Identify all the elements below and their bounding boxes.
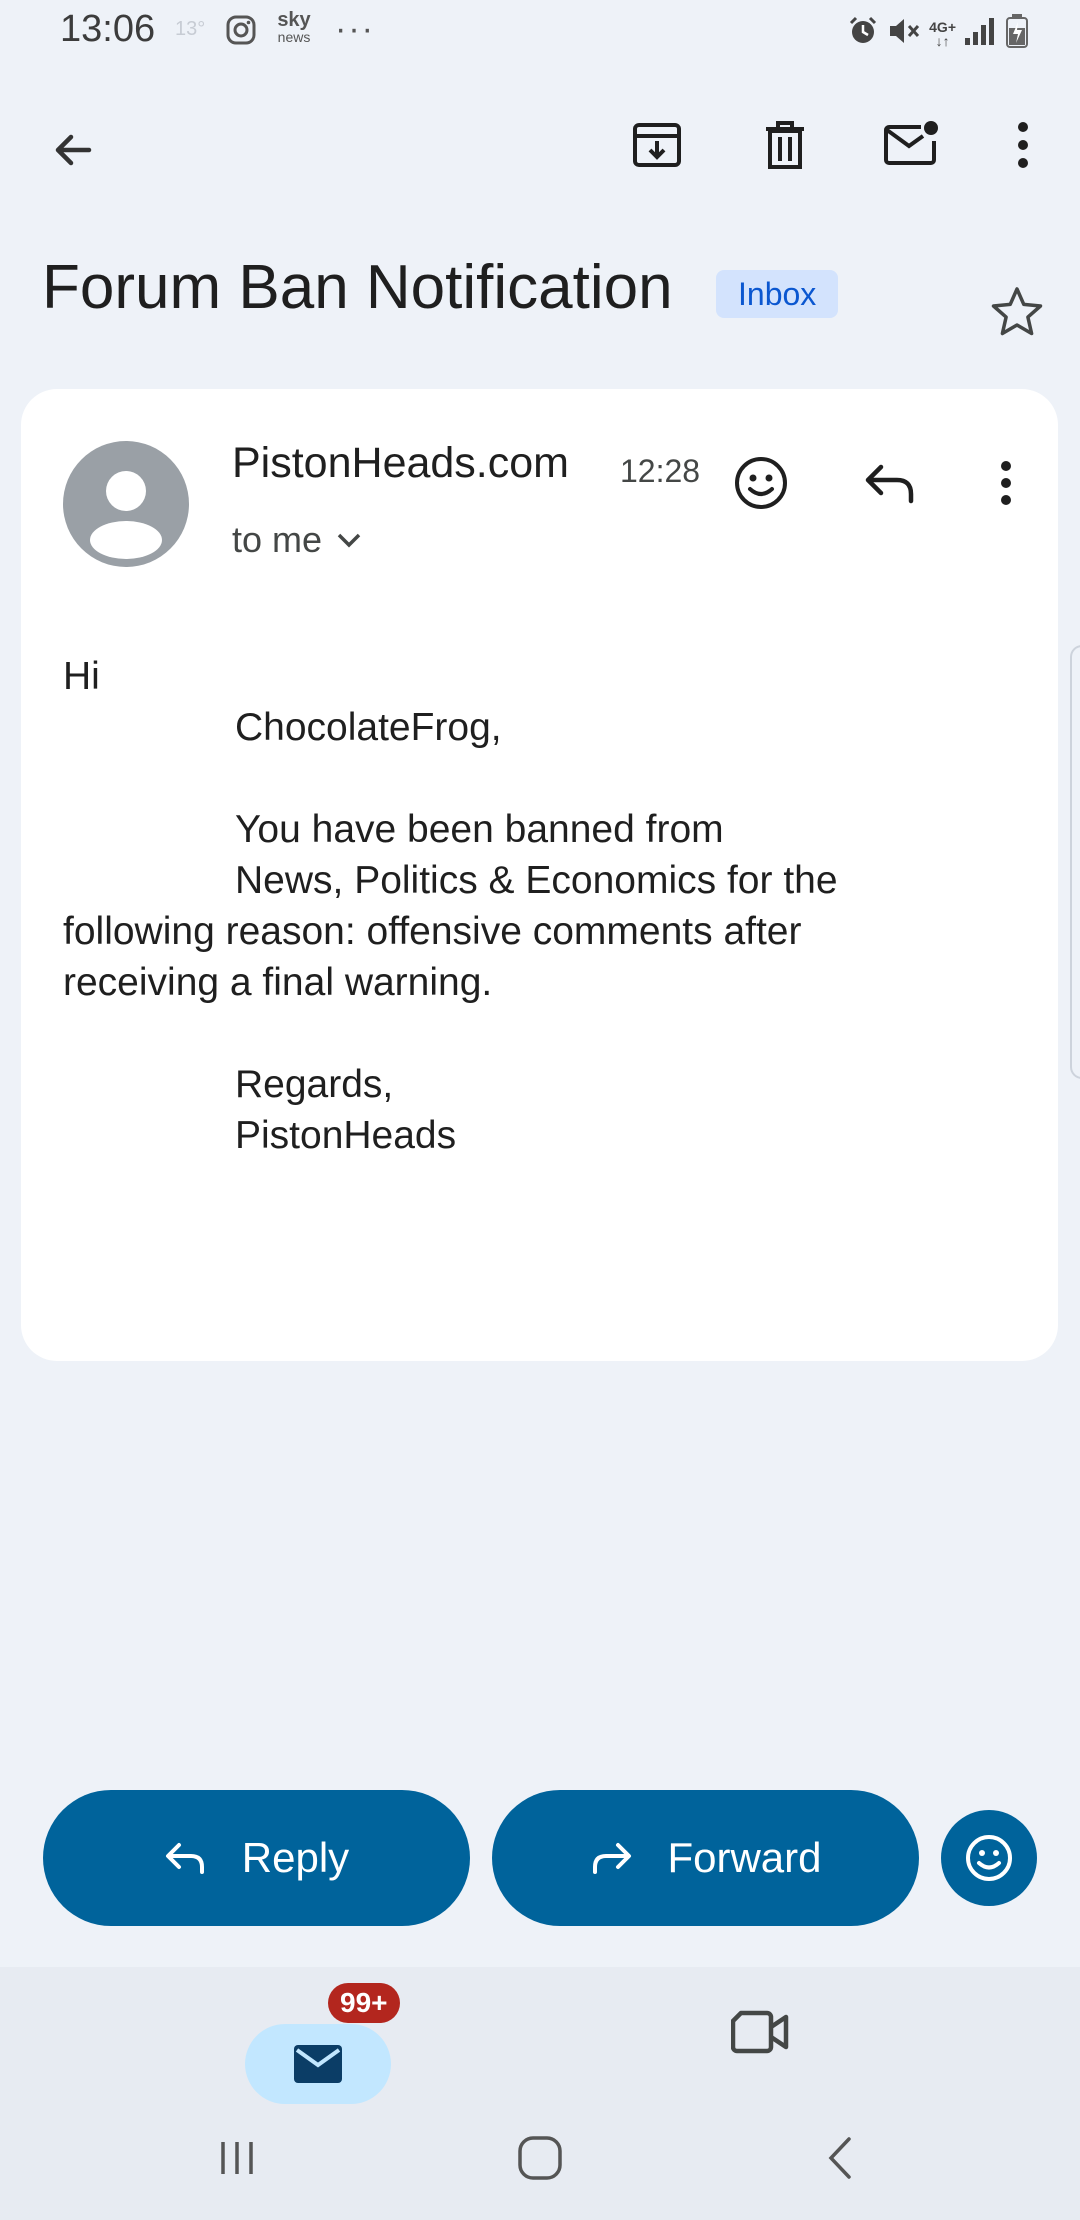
emoji-icon (966, 1835, 1012, 1881)
alarm-icon (847, 15, 879, 52)
body-line: following reason: offensive comments aft… (63, 910, 802, 953)
more-notifications-icon: ··· (335, 10, 375, 48)
mail-tab[interactable] (245, 2024, 391, 2104)
unread-count-badge: 99+ (328, 1983, 400, 2023)
reply-icon (165, 1843, 204, 1874)
body-line: You have been banned from (235, 808, 724, 851)
back-arrow-icon[interactable] (38, 115, 108, 185)
forward-icon (593, 1843, 632, 1874)
status-temperature: 13° (175, 18, 206, 40)
archive-icon[interactable] (622, 110, 692, 180)
recent-apps-icon[interactable] (205, 2130, 269, 2186)
sender-name[interactable]: PistonHeads.com (232, 439, 569, 488)
email-subject: Forum Ban Notification (42, 253, 673, 322)
meet-video-icon[interactable] (725, 2002, 795, 2062)
body-line: News, Politics & Economics for the (235, 859, 838, 902)
network-type: 4G+ ↓↑ (929, 18, 956, 49)
email-time: 12:28 (620, 453, 701, 489)
recipient-label: to me (232, 519, 323, 560)
home-icon[interactable] (508, 2130, 572, 2186)
sky-news-icon: sky news (277, 9, 311, 45)
reply-icon[interactable] (858, 451, 922, 515)
instagram-icon (225, 14, 257, 51)
status-time: 13:06 (60, 8, 156, 50)
star-icon[interactable] (985, 280, 1049, 344)
system-back-icon[interactable] (808, 2130, 872, 2186)
inbox-label-chip[interactable]: Inbox (716, 270, 839, 318)
body-name: ChocolateFrog, (235, 706, 502, 749)
mark-unread-icon[interactable] (876, 110, 946, 180)
add-reaction-icon[interactable] (729, 451, 793, 515)
signal-icon (964, 16, 998, 51)
message-more-vert-icon[interactable] (986, 451, 1026, 515)
more-vert-icon[interactable] (988, 110, 1058, 180)
mail-icon (294, 2045, 342, 2083)
body-signature: PistonHeads (235, 1114, 457, 1157)
message-card: PistonHeads.com 12:28 to me Hi Chocolate… (21, 389, 1058, 1361)
body-closing: Regards, (235, 1063, 394, 1106)
forward-label: Forward (667, 1834, 822, 1881)
status-icons: 4G+ ↓↑ (847, 14, 1028, 53)
body-line: receiving a final warning. (63, 961, 493, 1004)
trash-icon[interactable] (750, 110, 820, 180)
avatar[interactable] (63, 441, 189, 567)
reply-button[interactable]: Reply (43, 1790, 470, 1926)
scroll-handle[interactable] (1070, 645, 1080, 1079)
email-body: Hi ChocolateFrog, You have been banned f… (63, 651, 1003, 1161)
chevron-down-icon (337, 533, 361, 548)
body-greeting: Hi (63, 655, 100, 698)
reply-label: Reply (241, 1834, 350, 1881)
mute-icon (887, 15, 921, 52)
forward-button[interactable]: Forward (492, 1790, 919, 1926)
recipient-details[interactable]: to me (232, 519, 362, 561)
battery-icon (1006, 14, 1028, 53)
emoji-reaction-button[interactable] (941, 1810, 1037, 1906)
